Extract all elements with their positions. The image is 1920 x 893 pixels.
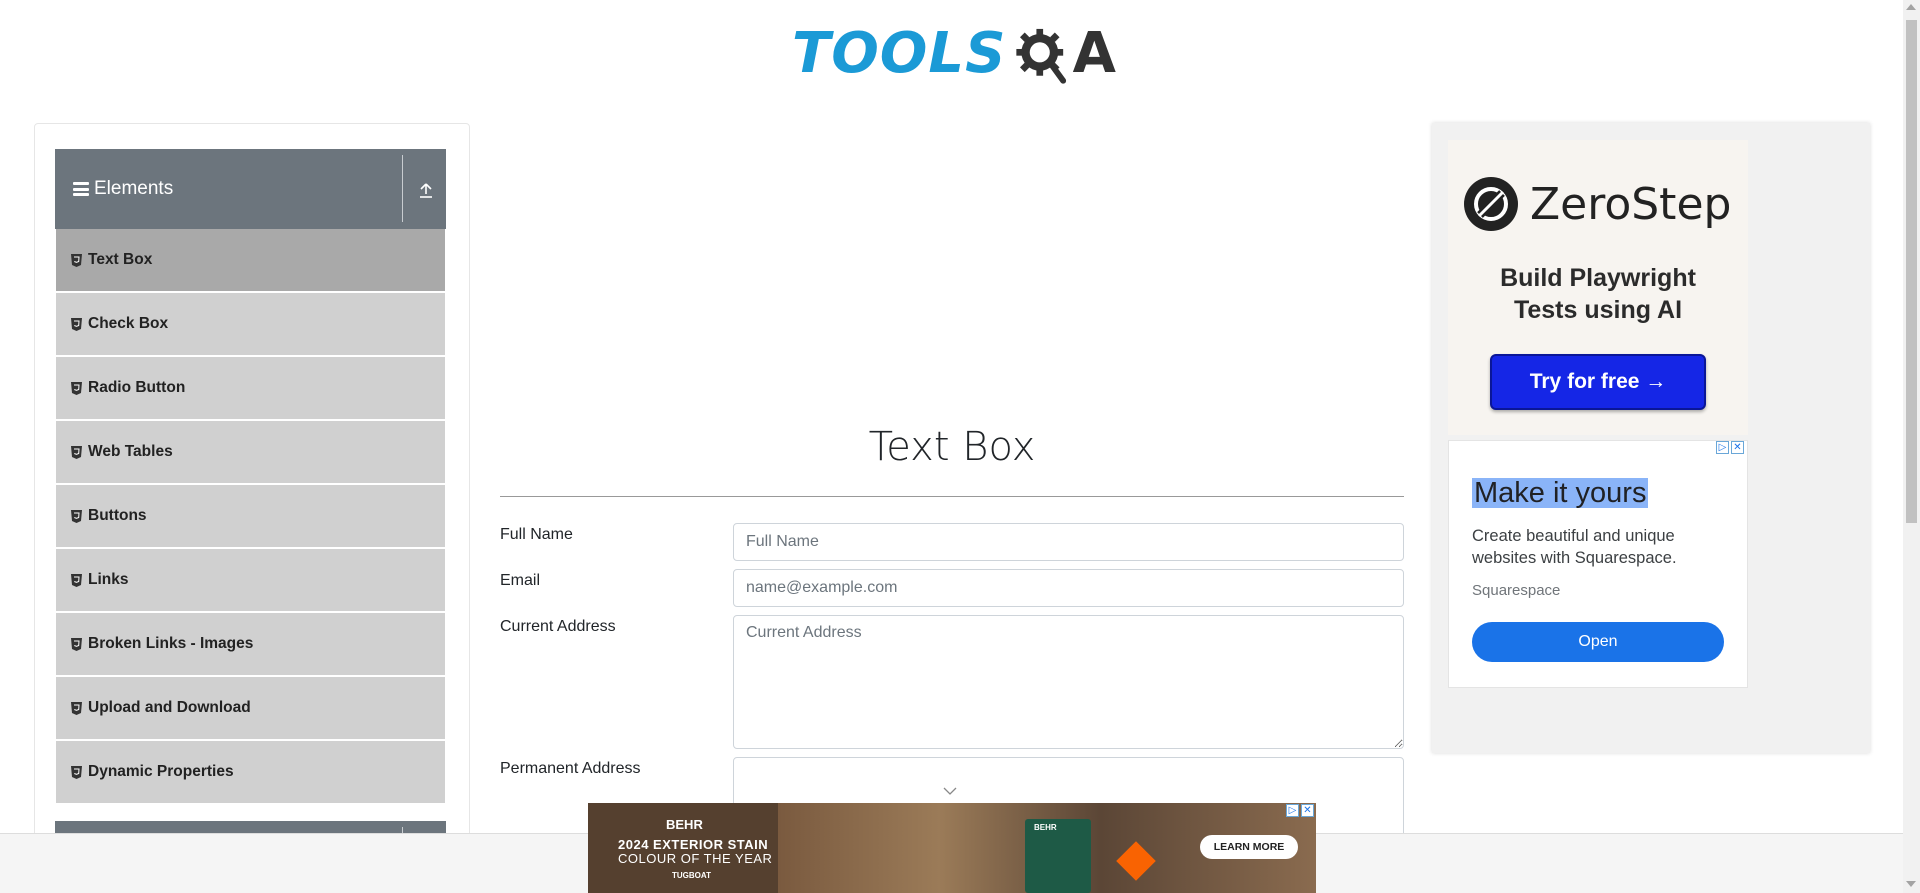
sidebar-item-label: Radio Button: [88, 379, 186, 396]
scroll-down-arrow-icon[interactable]: [1906, 881, 1916, 887]
permanent-address-label: Permanent Address: [500, 760, 641, 777]
zerostep-logo: ZeroStep: [1464, 177, 1731, 231]
zerostep-try-button[interactable]: Try for free →: [1490, 354, 1706, 410]
sidebar-group-elements[interactable]: Elements: [55, 149, 446, 229]
sidebar-item-text-box[interactable]: Text Box: [56, 229, 445, 291]
current-address-textarea[interactable]: [733, 615, 1404, 749]
adchoices-icon[interactable]: ▷: [1286, 804, 1299, 817]
adchoices-icon[interactable]: ▷: [1716, 441, 1729, 454]
html5-icon: [71, 253, 82, 267]
html5-icon: [71, 317, 82, 331]
sidebar-group-title: Elements: [94, 178, 174, 199]
learn-more-button[interactable]: LEARN MORE: [1200, 835, 1298, 859]
hamburger-icon: [73, 182, 89, 196]
sidebar-item-label: Links: [88, 571, 129, 588]
html5-icon: [71, 509, 82, 523]
full-name-label: Full Name: [500, 526, 573, 543]
html5-icon: [71, 445, 82, 459]
sidebar-item-label: Text Box: [88, 251, 153, 268]
sidebar-item-label: Web Tables: [88, 443, 173, 460]
divider: [402, 155, 403, 222]
html5-icon: [71, 701, 82, 715]
collapse-up-icon[interactable]: [418, 181, 434, 199]
zerostep-mark-icon: [1464, 177, 1518, 231]
sidebar-item-broken-links[interactable]: Broken Links - Images: [56, 613, 445, 675]
html5-icon: [71, 381, 82, 395]
page: TOOLS A Elements Text Box Check Box Radi…: [0, 0, 1920, 893]
zerostep-brand: ZeroStep: [1530, 178, 1732, 230]
close-ad-icon[interactable]: ✕: [1301, 804, 1314, 817]
zerostep-tagline-2: Tests using AI: [1513, 296, 1683, 324]
scroll-up-arrow-icon[interactable]: [1906, 4, 1916, 10]
squarespace-open-button[interactable]: Open: [1472, 622, 1724, 662]
email-input[interactable]: [733, 569, 1404, 607]
logo-text: TOOLS: [792, 21, 1007, 86]
toolsqa-logo[interactable]: TOOLS A: [792, 16, 1116, 92]
behr-line-3: TUGBOAT: [672, 871, 711, 880]
sidebar-item-label: Dynamic Properties: [88, 763, 234, 780]
zerostep-tagline: Build Playwright Tests using AI: [1448, 262, 1748, 326]
html5-icon: [71, 573, 82, 587]
stain-can-label: BEHR: [1034, 823, 1057, 832]
sidebar-item-label: Check Box: [88, 315, 169, 332]
squarespace-brand: Squarespace: [1472, 582, 1561, 599]
squarespace-headline: Make it yours: [1472, 477, 1649, 509]
sidebar-menu: Text Box Check Box Radio Button Web Tabl…: [56, 229, 445, 805]
title-divider: [500, 496, 1404, 497]
sidebar-item-label: Buttons: [88, 507, 147, 524]
chevron-down-icon: [943, 787, 957, 795]
squarespace-body: Create beautiful and unique websites wit…: [1472, 527, 1677, 567]
html5-icon: [71, 637, 82, 651]
scrollbar-thumb[interactable]: [1906, 20, 1917, 523]
html5-icon: [71, 765, 82, 779]
behr-brand: BEHR: [666, 817, 703, 832]
sidebar-item-check-box[interactable]: Check Box: [56, 293, 445, 355]
behr-banner-ad[interactable]: BEHR 2024 EXTERIOR STAIN COLOUR OF THE Y…: [588, 803, 1316, 893]
current-address-label: Current Address: [500, 618, 616, 635]
sidebar-item-links[interactable]: Links: [56, 549, 445, 611]
sidebar-item-web-tables[interactable]: Web Tables: [56, 421, 445, 483]
sidebar-item-buttons[interactable]: Buttons: [56, 485, 445, 547]
sidebar-item-label: Upload and Download: [88, 699, 251, 716]
email-label: Email: [500, 572, 541, 589]
sidebar-item-label: Broken Links - Images: [88, 635, 254, 652]
sidebar-item-radio-button[interactable]: Radio Button: [56, 357, 445, 419]
zerostep-tagline-1: Build Playwright: [1500, 264, 1696, 292]
sidebar-item-upload-download[interactable]: Upload and Download: [56, 677, 445, 739]
logo-suffix: A: [1072, 21, 1116, 86]
page-title: Text Box: [868, 424, 1036, 470]
behr-line-2: COLOUR OF THE YEAR: [618, 851, 773, 866]
sidebar-item-dynamic-properties[interactable]: Dynamic Properties: [56, 741, 445, 803]
full-name-input[interactable]: [733, 523, 1404, 561]
gear-magnifier-icon: [1016, 28, 1067, 84]
behr-line-1: 2024 EXTERIOR STAIN: [618, 837, 769, 852]
close-ad-icon[interactable]: ✕: [1731, 441, 1744, 454]
